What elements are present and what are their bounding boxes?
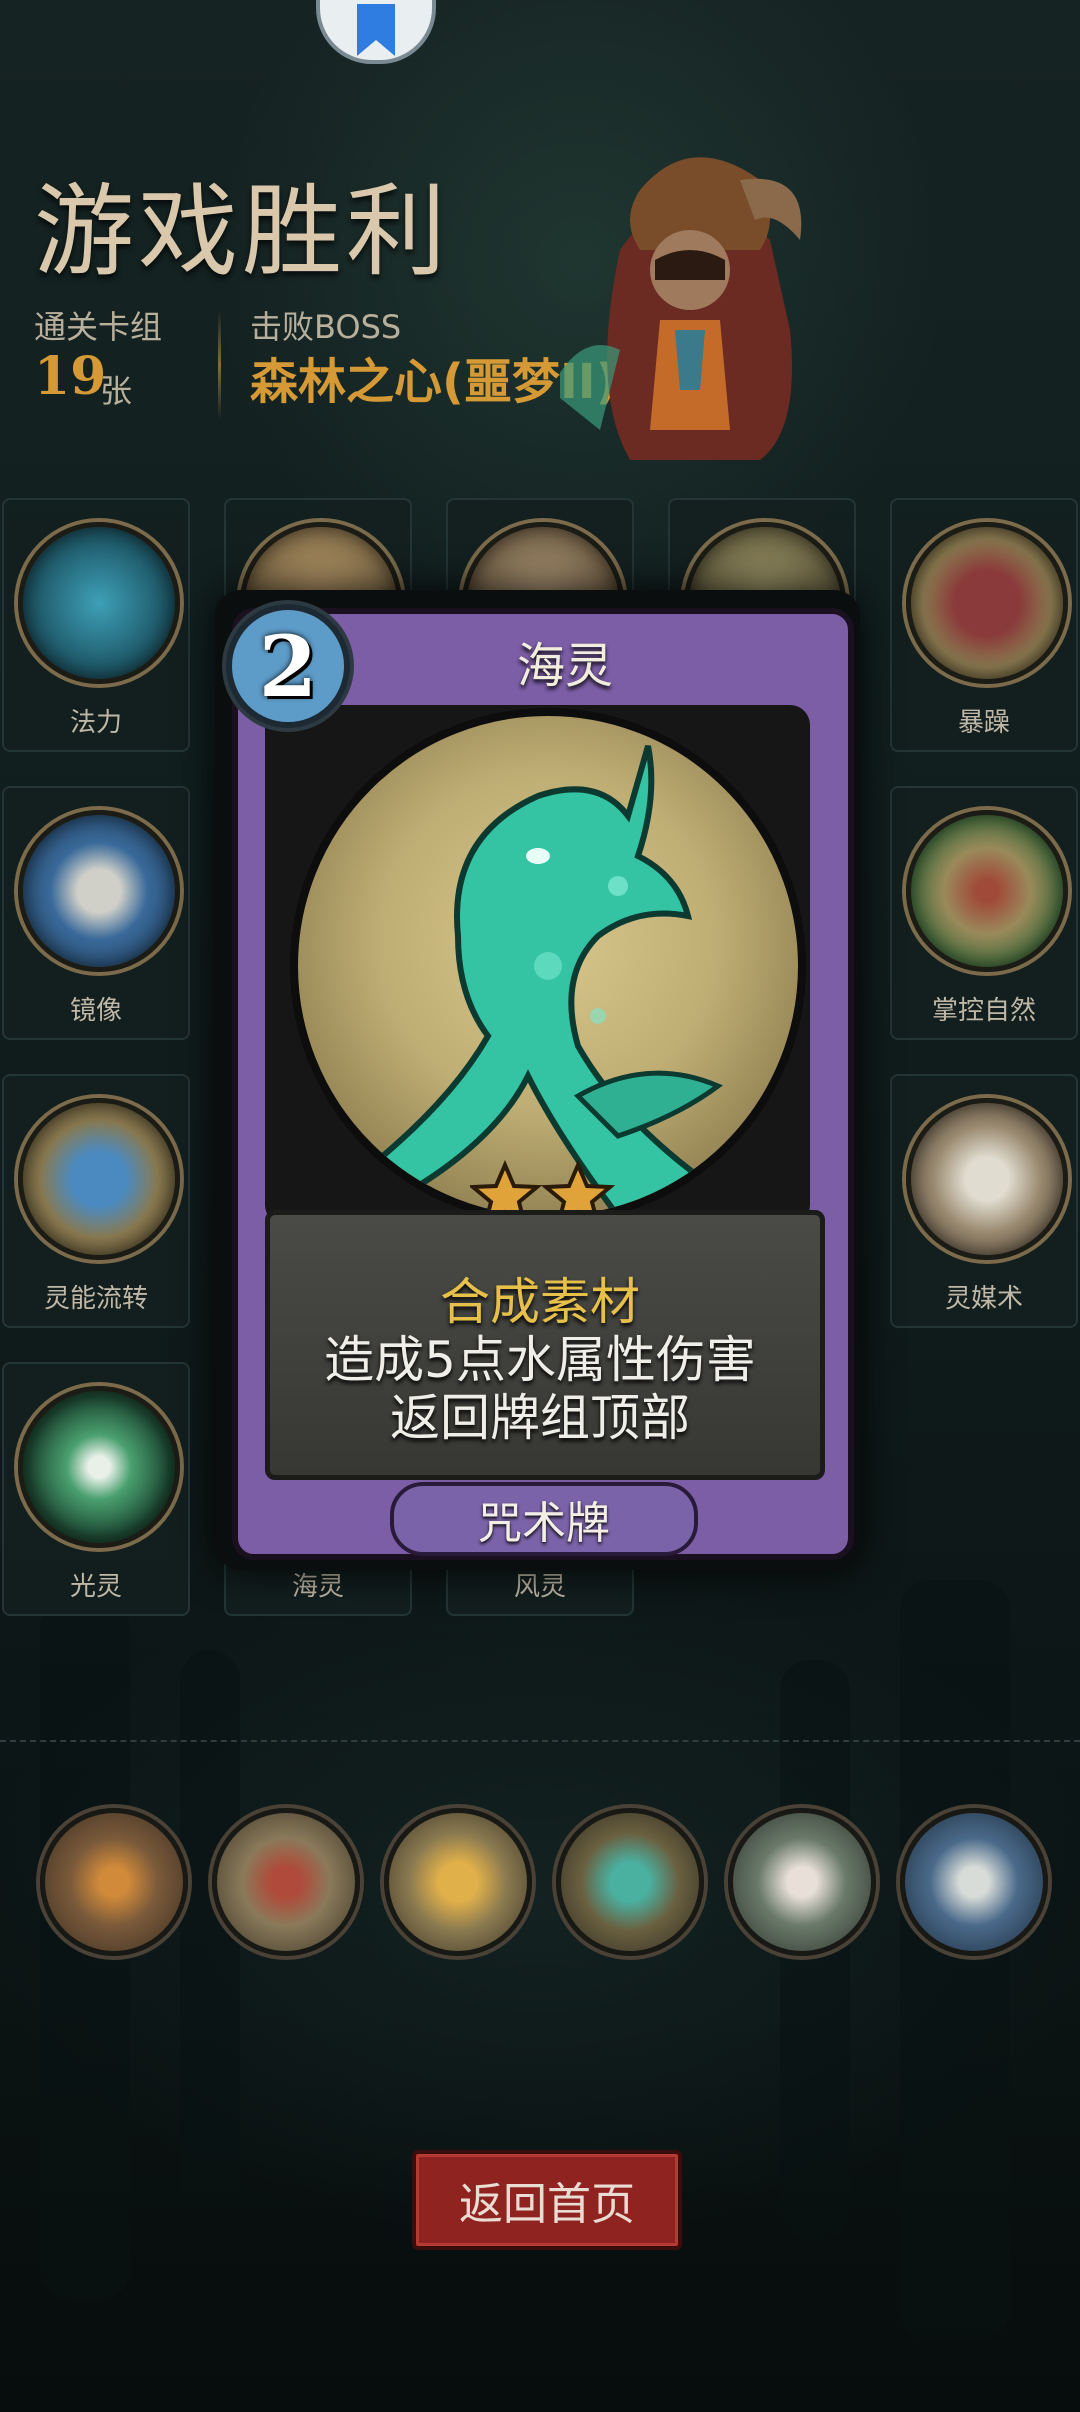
psionic-flow-icon [18, 1098, 180, 1260]
mana-icon [18, 522, 180, 684]
mirror-icon [18, 810, 180, 972]
cards-hand-icon[interactable] [728, 1808, 876, 1956]
page-title: 游戏胜利 [34, 173, 450, 290]
deck-card[interactable]: 光灵 [2, 1362, 190, 1616]
card-label: 镜像 [69, 996, 122, 1026]
nature-icon [906, 810, 1068, 972]
warrior-icon[interactable] [212, 1808, 360, 1956]
card-label: 掌控自然 [931, 996, 1036, 1026]
deck-card[interactable]: 掌控自然 [890, 786, 1078, 1040]
card-label: 光灵 [69, 1572, 122, 1602]
card-label: 暴躁 [957, 708, 1010, 738]
coins-icon[interactable] [384, 1808, 532, 1956]
section-divider [0, 1740, 1080, 1742]
card-name: 海灵 [516, 638, 613, 694]
deck-card[interactable]: 法力 [2, 498, 190, 752]
card-effect-line: 返回牌组顶部 [390, 1389, 690, 1447]
card-cost: 2 [226, 604, 350, 728]
deck-card[interactable]: 灵能流转 [2, 1074, 190, 1328]
candle-icon[interactable] [40, 1808, 188, 1956]
card-label: 海灵 [291, 1572, 344, 1602]
deck-label: 通关卡组 [34, 308, 163, 346]
rage-icon [906, 522, 1068, 684]
dagger-icon[interactable] [900, 1808, 1048, 1956]
deck-card[interactable]: 暴躁 [890, 498, 1078, 752]
card-label: 法力 [69, 708, 122, 738]
card-label: 灵能流转 [43, 1284, 148, 1314]
return-home-button[interactable]: 返回首页 [412, 2150, 682, 2250]
deck-count: 19 [34, 346, 107, 407]
cost-badge: 2 [222, 600, 354, 732]
stat-divider [218, 310, 221, 420]
sea-spirit-icon [350, 745, 723, 1216]
deck-unit: 张 [100, 372, 133, 410]
mediumship-icon [906, 1098, 1068, 1260]
background-tree [900, 1580, 1010, 2340]
hero-character-illustration [560, 157, 802, 460]
card-type-badge: 咒术牌 [390, 1482, 698, 1556]
bookmark-icon [357, 4, 395, 56]
deck-card[interactable]: 镜像 [2, 786, 190, 1040]
sea-spirit-artwork [290, 708, 806, 1224]
deck-card[interactable]: 灵媒术 [890, 1074, 1078, 1328]
card-label: 灵媒术 [944, 1284, 1023, 1314]
card-label: 风灵 [513, 1572, 566, 1602]
spirit-hand-icon[interactable] [556, 1808, 704, 1956]
light-spirit-icon [18, 1386, 180, 1548]
